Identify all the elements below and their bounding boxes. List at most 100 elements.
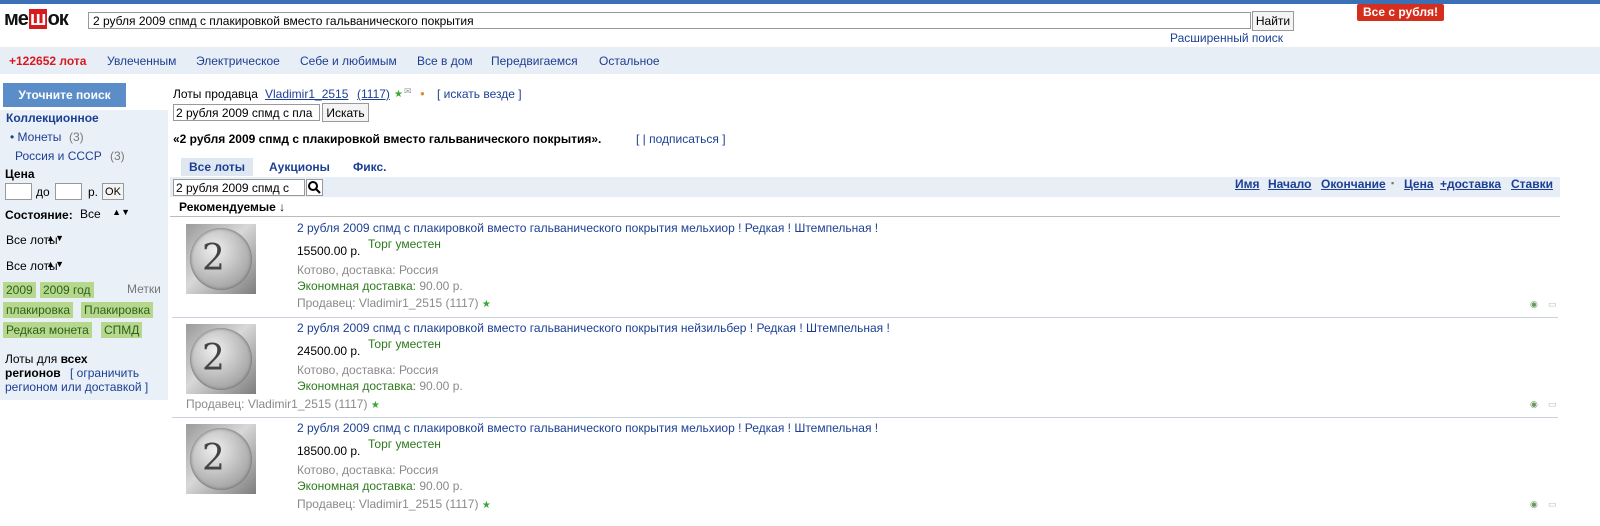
lot-image[interactable]: 2 [186,424,256,494]
coin-image: 2 [190,228,252,290]
lot-shipping: Экономная доставка: 90.00 р. [297,479,463,493]
sub-coins-count: (3) [69,130,84,144]
sort-name[interactable]: Имя [1235,177,1260,191]
tag-plating-cap[interactable]: Плакировка [81,302,154,318]
filter-input[interactable] [173,179,305,196]
site-logo[interactable]: ме ш ок [4,8,69,32]
lot-image[interactable]: 2 [186,224,256,294]
seller-search-input[interactable] [173,104,320,121]
subscribe-link[interactable]: [ | подписаться ] [636,132,726,146]
tag-2009-year[interactable]: 2009 год [40,282,94,298]
lot-price: 18500.00 р. [297,444,361,458]
lots-select-1[interactable]: Все лоты ▲▼ [6,233,64,249]
find-button[interactable]: Найти [1252,11,1294,31]
cat-other[interactable]: Остальное [599,54,660,68]
search-icon[interactable] [306,179,323,196]
lot-shipping: Экономная доставка: 90.00 р. [297,379,463,393]
lot-seller[interactable]: Продавец: Vladimir1_2515 (1117) ★ [186,397,380,411]
lot-haggle: Торг уместен [368,437,441,451]
recommended-sort[interactable]: Рекомендуемые ↓ [179,200,285,214]
cat-hobby[interactable]: Увлеченным [107,54,176,68]
cat-transport[interactable]: Передвигаемся [491,54,578,68]
promo-banner[interactable]: Все с рубля! [1357,4,1444,21]
seller-rating-link[interactable]: (1117) [357,87,390,101]
chevron-updown-icon: ▲▼ [112,207,130,217]
lot-seller[interactable]: Продавец: Vladimir1_2515 (1117) ★ [297,296,491,310]
lot-separator [172,317,1558,318]
lot-location: Котово, доставка: Россия [297,463,439,477]
mail-icon[interactable]: ✉ [404,86,412,97]
seller-name-link[interactable]: Vladimir1_2515 [265,87,348,101]
refine-search-button[interactable]: Уточните поиск [3,83,126,107]
condition-label: Состояние: [5,208,73,222]
sub-russia-count: (3) [110,149,125,163]
sub-russia[interactable]: Россия и СССР [15,149,102,163]
tags-label: Метки [127,282,161,296]
lot-haggle: Торг уместен [368,337,441,351]
rss-icon[interactable]: ● [420,89,425,98]
cat-self[interactable]: Себе и любимым [300,54,397,68]
lot-image[interactable]: 2 [186,324,256,394]
price-to-input[interactable] [55,183,82,200]
watch-icon[interactable]: ◉ [1530,499,1538,510]
lot-count[interactable]: +122652 лота [9,54,86,68]
tab-fixed[interactable]: Фикс. [345,158,394,176]
sort-end[interactable]: Окончание [1321,177,1386,191]
chevron-updown-icon: ▲▼ [46,233,64,243]
category-bar: +122652 лота Увлеченным Электрическое Се… [0,47,1600,74]
restrict-region-link-2[interactable]: регионом или доставкой ] [5,380,148,394]
category-collectible[interactable]: Коллекционное [6,111,99,125]
watch-icon[interactable]: ◉ [1530,299,1538,310]
watch-icon[interactable]: ◉ [1530,399,1538,410]
coin-image: 2 [190,428,252,490]
chevron-updown-icon: ▲▼ [46,259,64,269]
tab-auctions[interactable]: Аукционы [261,158,338,176]
tab-all-lots[interactable]: Все лоты [181,158,253,176]
price-ok-button[interactable]: OK [102,183,124,200]
tab-bar: Все лоты Аукционы Фикс. [173,158,1558,176]
star-icon: ★ [481,299,491,310]
recommended-bar: Рекомендуемые ↓ [170,199,1560,217]
price-from-input[interactable] [5,183,32,200]
lot-price: 24500.00 р. [297,344,361,358]
sort-price-shipping[interactable]: +доставка [1440,177,1501,191]
tag-plating[interactable]: плакировка [3,302,74,318]
lot-location: Котово, доставка: Россия [297,363,439,377]
price-label: Цена [5,167,35,181]
compare-icon[interactable]: ▭ [1548,299,1557,310]
compare-icon[interactable]: ▭ [1548,399,1557,410]
logo-left: ме [4,8,29,30]
tag-rare-coin[interactable]: Редкая монета [3,322,92,338]
condition-select[interactable]: Все ▲▼ [80,207,130,223]
tag-spmd[interactable]: СПМД [101,322,143,338]
advanced-search-link[interactable]: Расширенный поиск [1170,31,1283,45]
condition-value: Все [80,207,101,221]
region-line-1: Лоты для всех [5,352,88,366]
lots-select-2[interactable]: Все лоты ▲▼ [6,259,64,275]
lot-separator [172,417,1558,418]
coin-image: 2 [190,328,252,390]
lot-shipping: Экономная доставка: 90.00 р. [297,279,463,293]
cat-electric[interactable]: Электрическое [196,54,280,68]
compare-icon[interactable]: ▭ [1548,499,1557,510]
region-line-2: регионов [5,366,61,380]
lot-title-link[interactable]: 2 рубля 2009 спмд с плакировкой вместо г… [297,421,878,435]
lot-price: 15500.00 р. [297,244,361,258]
main-search-input[interactable] [88,12,1251,29]
sort-start[interactable]: Начало [1268,177,1311,191]
sub-coins[interactable]: • Монеты [10,130,61,144]
restrict-region-link-1[interactable]: [ ограничить [70,366,139,380]
seller-lots-label: Лоты продавца [173,87,258,101]
seller-search-button[interactable]: Искать [322,103,369,122]
tag-2009[interactable]: 2009 [3,282,36,298]
lot-location: Котово, доставка: Россия [297,263,439,277]
sort-bids[interactable]: Ставки [1511,177,1553,191]
logo-mid: ш [28,8,47,30]
lot-seller[interactable]: Продавец: Vladimir1_2515 (1117) ★ [297,497,491,511]
lot-title-link[interactable]: 2 рубля 2009 спмд с плакировкой вместо г… [297,221,878,235]
cat-home[interactable]: Все в дом [417,54,473,68]
lot-title-link[interactable]: 2 рубля 2009 спмд с плакировкой вместо г… [297,321,890,335]
search-everywhere-link[interactable]: [ искать везде ] [437,87,522,101]
sort-price[interactable]: Цена [1404,177,1434,191]
star-icon: ★ [481,500,491,511]
